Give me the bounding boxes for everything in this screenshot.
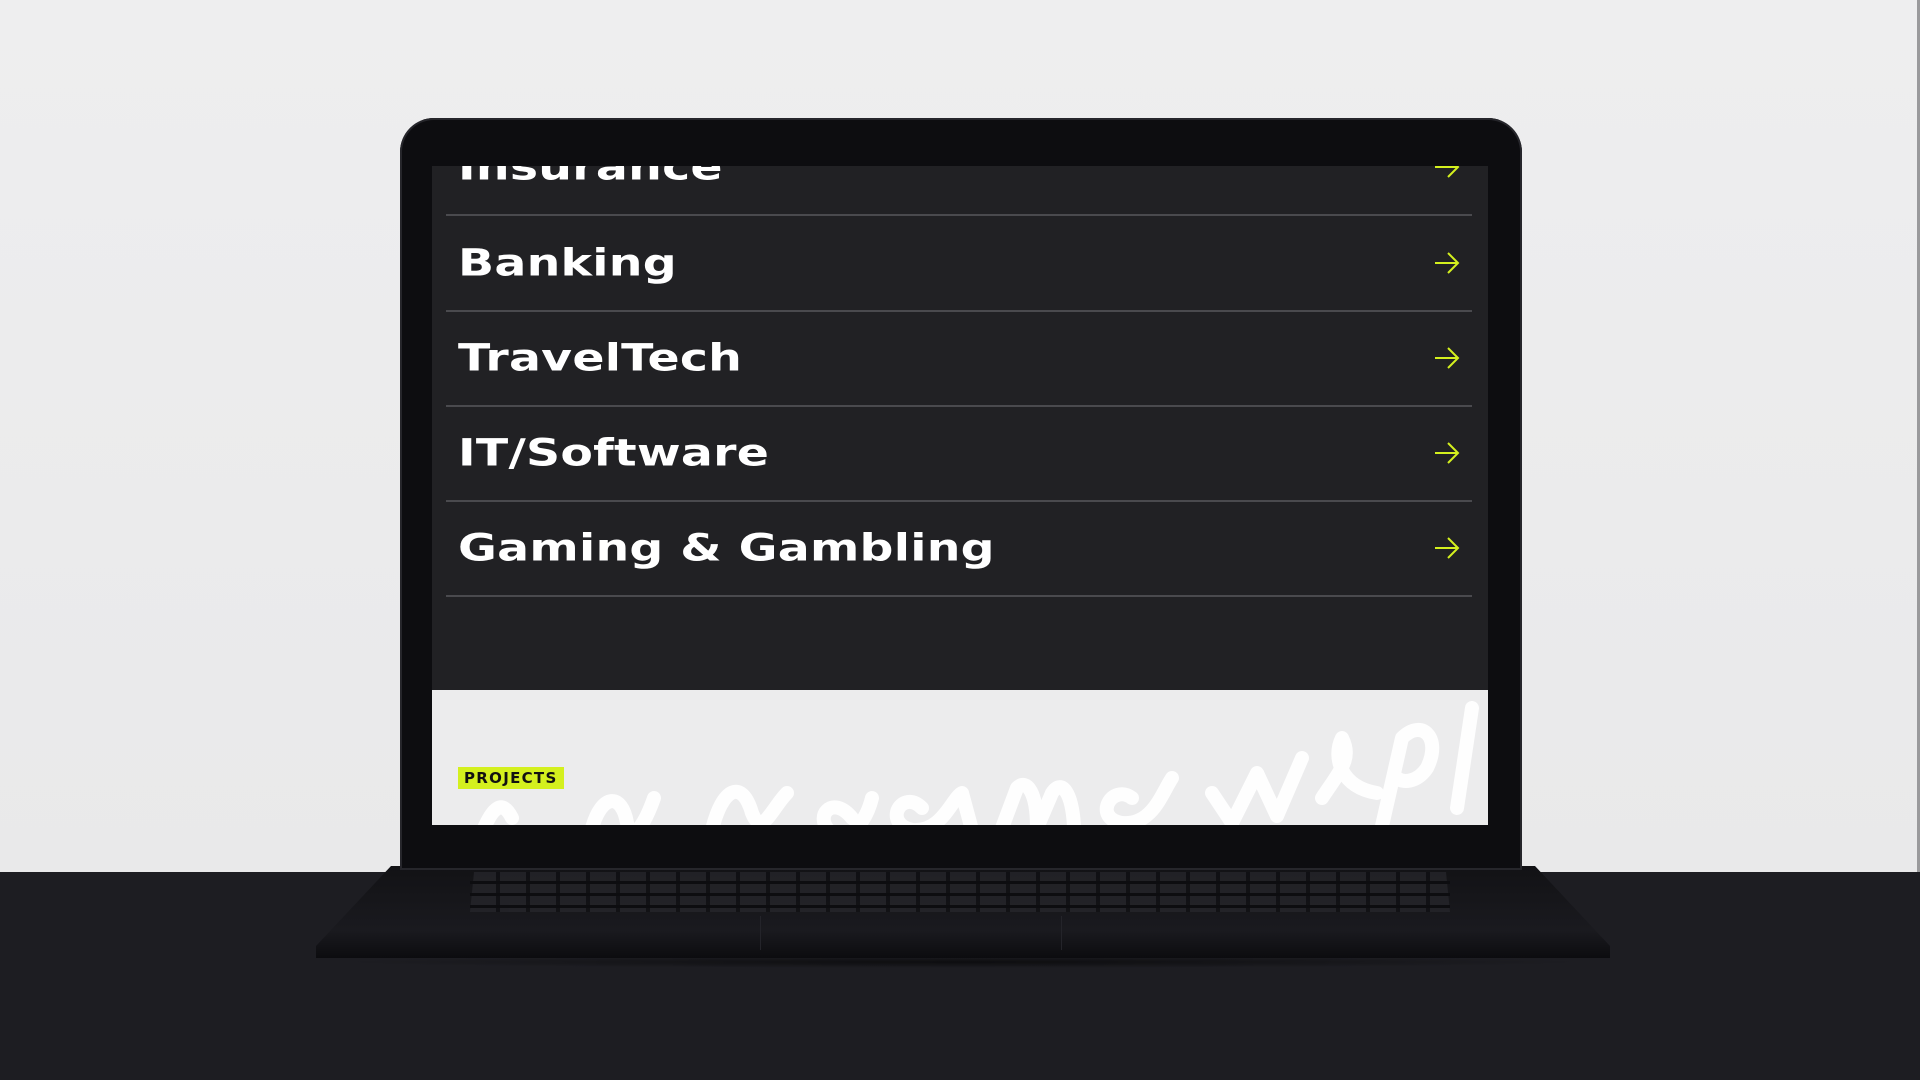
industry-label: Banking: [458, 241, 677, 285]
industry-row-banking[interactable]: Banking: [446, 216, 1472, 312]
industry-row-insurance[interactable]: Insurance: [446, 166, 1472, 216]
script-watermark-graphic: [477, 701, 1479, 825]
arrow-right-icon[interactable]: [1432, 343, 1462, 373]
industry-label: Insurance: [458, 166, 723, 189]
laptop-mockup-scene: Insurance Banking TravelTech IT/Software…: [0, 0, 1920, 1080]
arrow-right-icon[interactable]: [1432, 248, 1462, 278]
arrow-right-icon[interactable]: [1432, 533, 1462, 563]
industry-row-it-software[interactable]: IT/Software: [446, 406, 1472, 502]
arrow-right-icon[interactable]: [1432, 438, 1462, 468]
industries-section: Insurance Banking TravelTech IT/Software…: [432, 166, 1488, 690]
industry-label: TravelTech: [458, 336, 743, 380]
industry-label: Gaming & Gambling: [458, 526, 995, 570]
keyboard-rows: [470, 872, 1450, 912]
laptop-trackpad: [760, 916, 1062, 950]
laptop-screen: Insurance Banking TravelTech IT/Software…: [432, 166, 1488, 825]
industry-row-traveltech[interactable]: TravelTech: [446, 311, 1472, 407]
industry-row-gaming-gambling[interactable]: Gaming & Gambling: [446, 501, 1472, 597]
projects-badge: PROJECTS: [458, 767, 564, 789]
projects-section: PROJECTS: [432, 690, 1488, 825]
arrow-right-icon[interactable]: [1432, 166, 1462, 182]
industry-label: IT/Software: [458, 431, 770, 475]
